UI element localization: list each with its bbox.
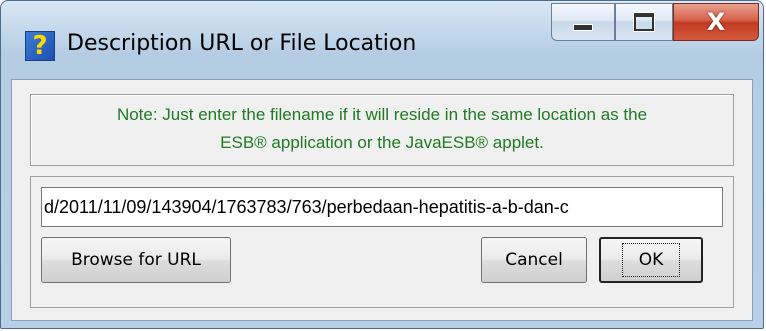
close-icon: X — [706, 8, 726, 36]
ok-button[interactable]: OK — [599, 237, 703, 283]
url-groupbox: d/2011/11/09/143904/1763783/763/perbedaa… — [30, 176, 734, 308]
note-line-2: ESB® application or the JavaESB® applet. — [220, 133, 544, 152]
dialog-window: ? Description URL or File Location X Not… — [0, 0, 764, 329]
close-button[interactable]: X — [673, 3, 759, 41]
url-input[interactable]: d/2011/11/09/143904/1763783/763/perbedaa… — [41, 187, 723, 227]
caption-buttons: X — [551, 3, 761, 43]
maximize-button[interactable] — [615, 3, 673, 41]
minimize-icon — [573, 23, 593, 31]
help-question-icon: ? — [25, 31, 55, 61]
title-bar[interactable]: ? Description URL or File Location X — [1, 1, 763, 87]
minimize-button[interactable] — [551, 3, 615, 41]
browse-for-url-button[interactable]: Browse for URL — [41, 237, 231, 283]
maximize-icon — [633, 12, 655, 32]
window-title: Description URL or File Location — [67, 31, 417, 56]
note-line-1: Note: Just enter the filename if it will… — [116, 105, 648, 124]
ok-button-label: OK — [621, 243, 681, 277]
dialog-client-area: Note: Just enter the filename if it will… — [11, 79, 753, 321]
url-input-value: d/2011/11/09/143904/1763783/763/perbedaa… — [44, 197, 569, 217]
cancel-button[interactable]: Cancel — [481, 237, 587, 283]
note-groupbox: Note: Just enter the filename if it will… — [30, 94, 734, 166]
